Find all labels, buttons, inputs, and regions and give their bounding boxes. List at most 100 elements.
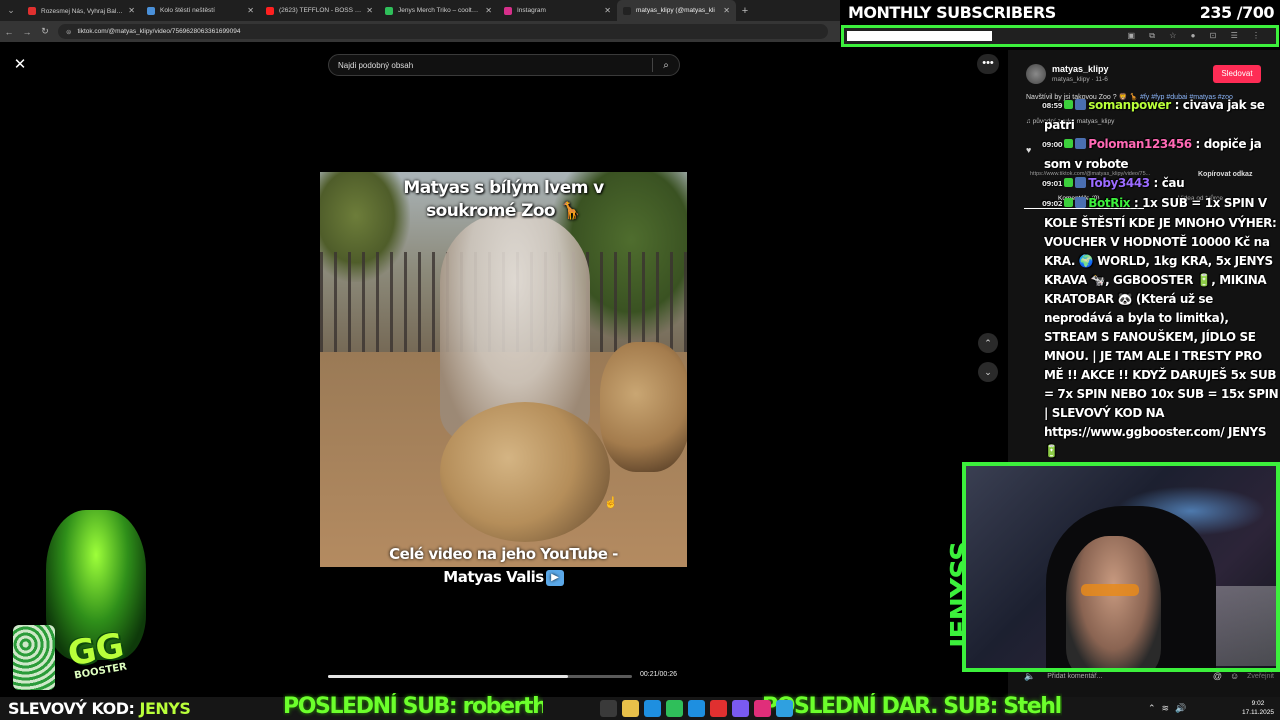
taskbar-app-icon[interactable] (688, 700, 705, 717)
tab-close-icon[interactable]: ✕ (128, 6, 135, 15)
taskbar-app-icon[interactable] (754, 700, 771, 717)
wifi-icon[interactable]: ≋ (1162, 703, 1170, 714)
tab-search-icon[interactable]: ⌄ (0, 5, 22, 16)
mention-icon[interactable]: @ (1213, 671, 1222, 681)
chat-message: 09:00 Poloman123456 : dopiče ja som v rob… (1042, 135, 1280, 174)
tab-title: Kolo štěstí neštěstí (160, 7, 215, 14)
browser-extension-icons[interactable]: ▣ ⧉ ☆ ● ⊡ ☰ ⋮ (1128, 31, 1267, 41)
follow-button[interactable]: Sledovat (1213, 65, 1261, 83)
comment-input[interactable]: Přidat komentář... (1043, 673, 1213, 680)
close-icon[interactable]: ✕ (10, 55, 30, 75)
search-bar[interactable]: Najdi podobný obsah ⌕ (328, 54, 680, 76)
taskbar-clock[interactable]: 9:02 17.11.2025 (1240, 699, 1276, 717)
emoji-icon[interactable]: ☺ (1230, 671, 1239, 681)
browser-tab[interactable]: Jenys Merch Triko – coolthing ✕ (379, 0, 498, 21)
taskbar-app-icon[interactable] (776, 700, 793, 717)
url-input[interactable]: ⊜ tiktok.com/@matyas_klipy/video/7569628… (58, 24, 828, 39)
last-subscriber: POSLEDNÍ SUB: roberthauf (283, 694, 543, 719)
avatar[interactable] (1026, 64, 1046, 84)
chat-message: 09:01 Toby3443 : čau (1042, 174, 1280, 194)
tab-title: Jenys Merch Triko – coolthing (398, 7, 482, 14)
chat-text: : 1x SUB = 1x SPIN V KOLE ŠTĚSTÍ KDE JE … (1044, 196, 1279, 458)
tab-favicon-icon (385, 6, 393, 15)
video-player[interactable]: Matyas s bílým lvem v soukromé Zoo 🦒 (320, 172, 687, 567)
chat-username[interactable]: Toby3443 (1088, 176, 1150, 190)
publish-button[interactable]: Zveřejnit (1247, 673, 1274, 680)
video-time: 00:21/00:26 (640, 671, 677, 678)
previous-video-icon[interactable]: ⌃ (978, 333, 998, 353)
browser-tab[interactable]: matyas_klipy (@matyas_kli ✕ (617, 0, 736, 21)
chat-emote-icon (1075, 197, 1087, 208)
last-gift-subscriber: POSLEDNÍ DAR. SUB: Stehlicek (762, 694, 1062, 719)
screen: ⌄ Rozesmej Nás, Vyhraj Balík! 🎉 ✕ Kolo ště… (0, 0, 1280, 720)
chat-message: 08:59 somanpower : civava jak se patri (1042, 96, 1280, 135)
reload-icon[interactable]: ↻ (36, 26, 54, 37)
forward-icon[interactable]: → (18, 27, 36, 37)
browser-tab[interactable]: (2623) TEFFLON - BOSS - YouT✕ (260, 0, 379, 21)
video-scene-cheetah-front (440, 402, 610, 542)
webcam-streamer (1066, 536, 1161, 668)
tab-title: (2623) TEFFLON - BOSS - YouT (279, 7, 363, 14)
taskbar-app-icon[interactable] (710, 700, 727, 717)
webcam-overlay (962, 462, 1280, 672)
taskbar-app-icon[interactable] (666, 700, 683, 717)
taskbar-app-icon[interactable] (622, 700, 639, 717)
youtube-play-icon: ▶ (545, 569, 564, 586)
system-tray: ⌃ ≋ 🔊 (1148, 700, 1186, 717)
next-video-icon[interactable]: ⌄ (978, 362, 998, 382)
tab-close-icon[interactable]: ✕ (723, 6, 730, 15)
video-progress-bar[interactable] (328, 675, 632, 678)
browser-tab[interactable]: Rozesmej Nás, Vyhraj Balík! 🎉 ✕ (22, 0, 141, 21)
video-caption-bottom: Celé video na jeho YouTube - Matyas Vali… (389, 545, 618, 586)
tab-favicon-icon (504, 6, 512, 15)
like-icon[interactable]: ♥ (1026, 145, 1040, 159)
taskbar-app-icon[interactable] (644, 700, 661, 717)
video-progress-fill (328, 675, 569, 678)
chat-timestamp: 09:02 (1042, 200, 1063, 208)
taskbar-app-icon[interactable] (600, 700, 617, 717)
chat-badge-icon (1064, 100, 1074, 109)
new-tab-button[interactable]: + (736, 5, 754, 17)
tray-chevron-icon[interactable]: ⌃ (1148, 703, 1156, 714)
tab-favicon-icon (623, 6, 631, 15)
chat-badge-icon (1064, 198, 1074, 207)
tab-title: matyas_klipy (@matyas_kli (636, 7, 715, 14)
browser-tabbar: ⌄ Rozesmej Nás, Vyhraj Balík! 🎉 ✕ Kolo ště… (0, 0, 840, 21)
speaker-icon[interactable]: 🔊 (1175, 703, 1186, 714)
tab-close-icon[interactable]: ✕ (366, 6, 373, 15)
chat-emote-icon (1075, 138, 1087, 149)
tab-close-icon[interactable]: ✕ (485, 6, 492, 15)
more-icon[interactable]: ••• (977, 54, 999, 74)
chat-badge-icon (1064, 139, 1074, 148)
tab-close-icon[interactable]: ✕ (247, 6, 254, 15)
taskbar-apps (600, 700, 793, 717)
author-name[interactable]: matyas_klipy (1052, 64, 1109, 74)
browser-tab[interactable]: Instagram ✕ (498, 0, 617, 21)
tab-close-icon[interactable]: ✕ (604, 6, 611, 15)
taskbar-app-icon[interactable] (732, 700, 749, 717)
subscriber-goal-count: 235 /700 (1199, 2, 1275, 22)
tab-favicon-icon (28, 6, 36, 15)
chat-emote-icon (1075, 99, 1087, 110)
video-caption-top: Matyas s bílým lvem v soukromé Zoo 🦒 (403, 178, 604, 221)
comment-box[interactable]: 🔈 Přidat komentář... @ ☺ Zveřejnit (1024, 668, 1274, 684)
chat-username[interactable]: Poloman123456 (1088, 137, 1192, 151)
stream-chat: 08:59 somanpower : civava jak se patri 09:… (1042, 96, 1280, 481)
chat-timestamp: 09:00 (1042, 141, 1063, 149)
tab-favicon-icon (147, 6, 155, 15)
search-input[interactable]: Najdi podobný obsah (329, 61, 652, 70)
subscriber-goal-bar: ▣ ⧉ ☆ ● ⊡ ☰ ⋮ (841, 25, 1279, 47)
chat-message: 09:02 BotRix : 1x SUB = 1x SPIN V KOLE ŠT… (1042, 194, 1280, 461)
chat-username[interactable]: somanpower (1088, 98, 1171, 112)
author-meta: matyas_klipy · 11-6 (1052, 76, 1108, 83)
search-icon[interactable]: ⌕ (653, 60, 679, 71)
browser-tab[interactable]: Kolo štěstí neštěstí ✕ (141, 0, 260, 21)
chat-emote-icon (1075, 177, 1087, 188)
chat-username[interactable]: BotRix (1088, 196, 1130, 210)
tab-title: Rozesmej Nás, Vyhraj Balík! 🎉 (41, 7, 125, 15)
chat-text: : čau (1149, 176, 1185, 190)
volume-icon[interactable]: 🔈 (1024, 671, 1035, 682)
back-icon[interactable]: ← (0, 27, 18, 37)
site-info-icon[interactable]: ⊜ (66, 28, 71, 36)
subscriber-goal-fill (847, 31, 993, 41)
